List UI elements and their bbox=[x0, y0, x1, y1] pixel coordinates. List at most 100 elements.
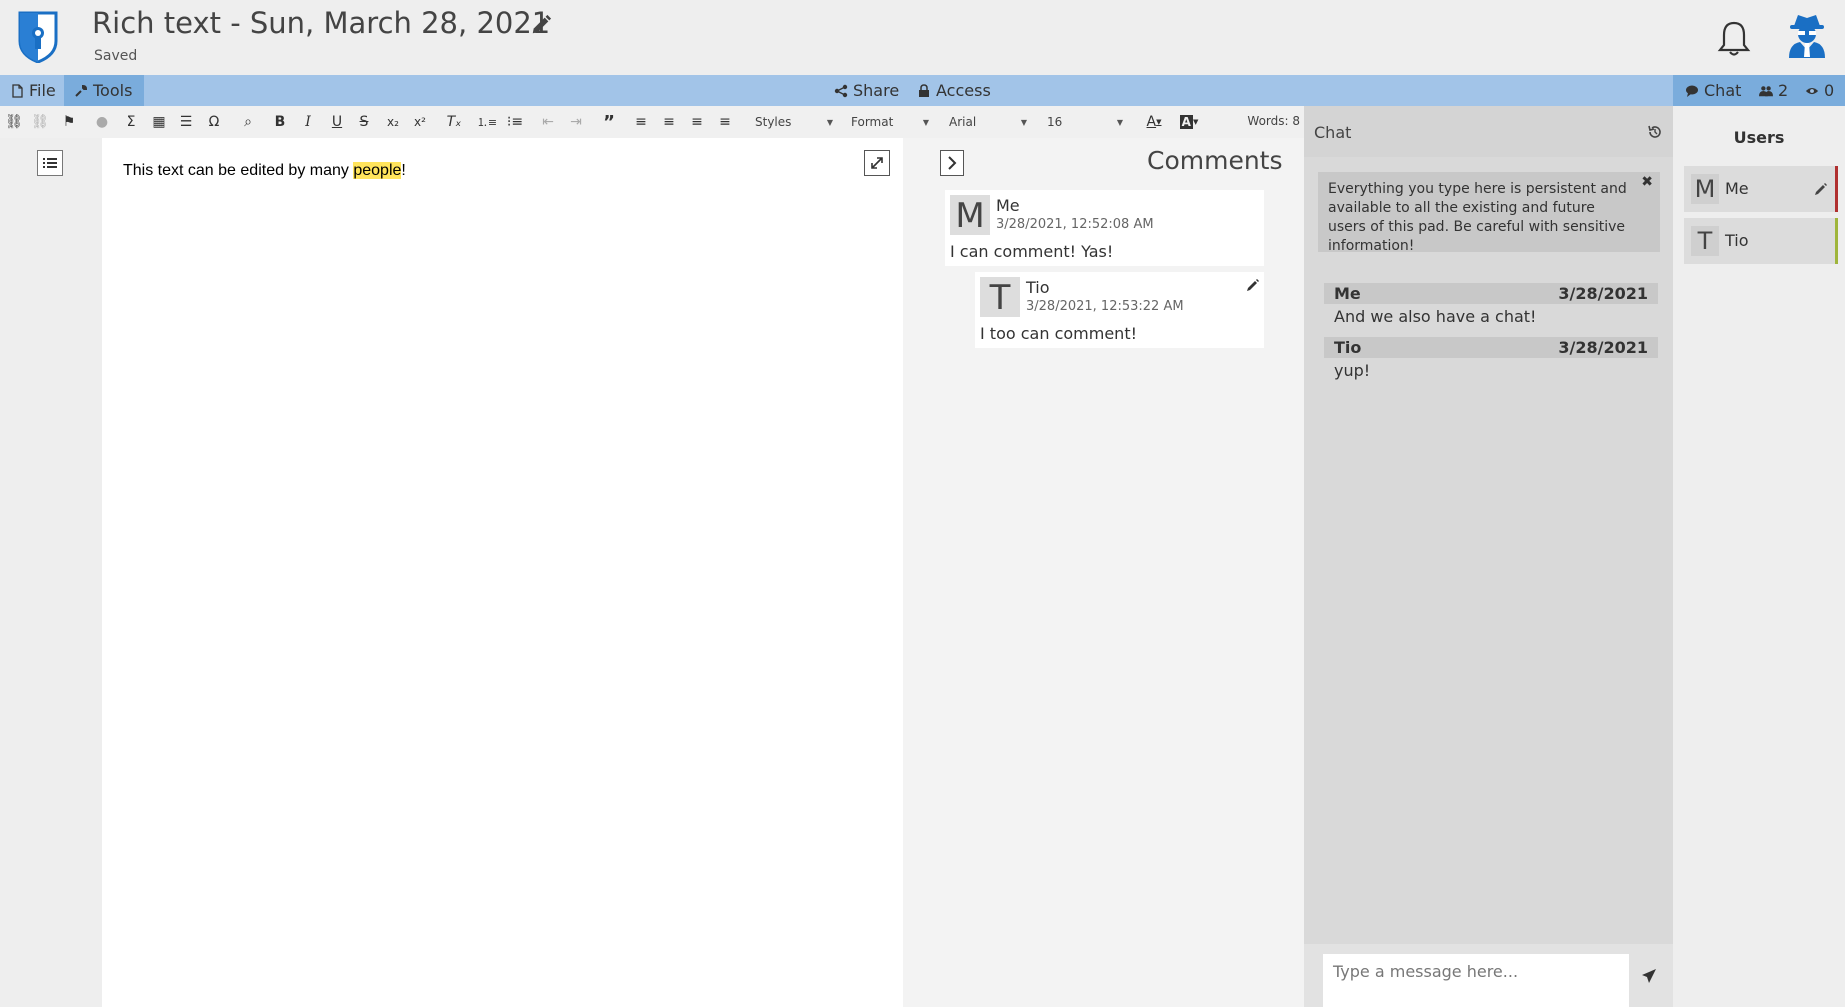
avatar: T bbox=[1691, 226, 1719, 256]
chat-title: Chat bbox=[1314, 123, 1352, 142]
blockquote-icon[interactable]: ” bbox=[600, 112, 618, 133]
close-icon[interactable]: ✖ bbox=[1641, 173, 1653, 192]
file-icon bbox=[12, 83, 23, 98]
viewers-indicator[interactable]: 0 bbox=[1805, 75, 1834, 106]
notification-bell-icon[interactable] bbox=[1717, 20, 1751, 58]
user-entry[interactable]: M Me bbox=[1684, 166, 1838, 212]
comment-card[interactable]: M Me 3/28/2021, 12:52:08 AM I can commen… bbox=[945, 190, 1264, 266]
comment-body: I can comment! Yas! bbox=[950, 242, 1114, 261]
commented-text-highlight[interactable]: people bbox=[353, 162, 402, 179]
anchor-flag-icon[interactable]: ⚑ bbox=[62, 113, 76, 131]
users-panel: Users M Me T Tio bbox=[1673, 106, 1845, 1007]
users-title: Users bbox=[1733, 128, 1785, 147]
edit-title-icon[interactable] bbox=[530, 14, 552, 36]
numbered-list-icon[interactable]: ⒈≡ bbox=[477, 113, 497, 131]
chevron-down-icon: ▼ bbox=[1020, 117, 1027, 127]
fullscreen-button[interactable] bbox=[864, 150, 890, 176]
styles-dropdown-label: Styles bbox=[755, 115, 792, 129]
tools-menu[interactable]: Tools bbox=[64, 75, 144, 106]
editor-paragraph[interactable]: This text can be edited by many people! bbox=[123, 162, 406, 180]
align-center-icon[interactable]: ≡ bbox=[661, 113, 677, 131]
link-icon[interactable]: ⛓ bbox=[5, 113, 23, 131]
chat-message-date: 3/28/2021 bbox=[1558, 284, 1648, 303]
superscript-icon[interactable]: x² bbox=[411, 113, 429, 131]
chat-notice-text: Everything you type here is persistent a… bbox=[1328, 181, 1627, 254]
font-size-dropdown[interactable]: 16 ▼ bbox=[1043, 113, 1127, 131]
align-left-icon[interactable]: ≡ bbox=[633, 113, 649, 131]
avatar: M bbox=[950, 195, 990, 236]
chat-message-date: 3/28/2021 bbox=[1558, 338, 1648, 357]
send-icon[interactable] bbox=[1641, 968, 1657, 984]
collapse-comments-button[interactable] bbox=[940, 150, 964, 176]
editor-toolbar: ⛓ ⛓ ⚑ ● Σ ▦ ☰ Ω ⌕ B I U S x₂ x² Tₓ ⒈≡ ⁝≡… bbox=[0, 106, 1304, 138]
special-char-icon[interactable]: Ω bbox=[206, 113, 222, 131]
users-toggle-button[interactable]: 2 bbox=[1759, 75, 1788, 106]
share-button[interactable]: Share bbox=[834, 75, 899, 106]
cryptpad-logo[interactable] bbox=[17, 11, 59, 63]
chat-panel: Chat Everything you type here is persist… bbox=[1304, 106, 1673, 1007]
chat-message: Me 3/28/2021 And we also have a chat! bbox=[1324, 283, 1658, 329]
underline-icon[interactable]: U bbox=[330, 113, 344, 131]
edit-comment-icon[interactable] bbox=[1246, 278, 1260, 292]
unlink-icon[interactable]: ⛓ bbox=[31, 113, 49, 131]
subscript-icon[interactable]: x₂ bbox=[384, 113, 402, 131]
font-size-dropdown-label: 16 bbox=[1047, 115, 1063, 129]
comment-body: I too can comment! bbox=[980, 324, 1137, 343]
menu-right-group: Chat 2 0 bbox=[1673, 75, 1845, 106]
background-color-icon[interactable]: A ▼ bbox=[1174, 113, 1204, 131]
horizontal-rule-icon[interactable]: ☰ bbox=[178, 113, 194, 131]
access-button[interactable]: Access bbox=[917, 75, 991, 106]
styles-dropdown[interactable]: Styles ▼ bbox=[751, 113, 837, 131]
indent-icon[interactable]: ⇥ bbox=[567, 113, 585, 131]
tools-menu-label: Tools bbox=[93, 81, 133, 100]
chevron-down-icon: ▼ bbox=[1116, 117, 1123, 127]
menu-bar: File Tools Share Access Chat 2 0 bbox=[0, 75, 1845, 106]
access-label: Access bbox=[936, 81, 991, 100]
history-icon[interactable] bbox=[1647, 124, 1663, 140]
chat-message-input[interactable] bbox=[1323, 954, 1629, 1007]
document-title[interactable]: Rich text - Sun, March 28, 2021 bbox=[92, 6, 550, 40]
left-gutter bbox=[0, 138, 102, 1007]
table-icon[interactable]: ▦ bbox=[150, 113, 168, 131]
editor-area[interactable]: This text can be edited by many people! bbox=[102, 138, 903, 1007]
align-justify-icon[interactable]: ≡ bbox=[717, 113, 733, 131]
avatar: T bbox=[980, 277, 1020, 318]
chevron-right-icon bbox=[948, 156, 957, 170]
comment-reply-card[interactable]: T Tio 3/28/2021, 12:53:22 AM I too can c… bbox=[975, 272, 1264, 348]
bulleted-list-icon[interactable]: ⁝≡ bbox=[506, 113, 524, 131]
chat-message-header: Me 3/28/2021 bbox=[1324, 283, 1658, 304]
outdent-icon[interactable]: ⇤ bbox=[539, 113, 557, 131]
align-right-icon[interactable]: ≡ bbox=[689, 113, 705, 131]
user-name: Tio bbox=[1725, 231, 1749, 250]
edit-name-icon[interactable] bbox=[1814, 182, 1828, 196]
chat-toggle-button[interactable]: Chat bbox=[1685, 75, 1741, 106]
font-dropdown[interactable]: Arial ▼ bbox=[945, 113, 1031, 131]
chat-input-area bbox=[1304, 944, 1673, 1007]
chevron-down-icon: ▼ bbox=[922, 117, 929, 127]
italic-icon[interactable]: I bbox=[301, 113, 315, 131]
comments-panel bbox=[903, 138, 1304, 1007]
word-count: Words: 8 bbox=[1247, 114, 1300, 128]
comment-icon[interactable]: ● bbox=[94, 113, 110, 131]
share-icon bbox=[834, 84, 848, 97]
chat-toggle-label: Chat bbox=[1704, 81, 1742, 100]
bold-icon[interactable]: B bbox=[273, 113, 287, 131]
text-color-icon[interactable]: A ▼ bbox=[1140, 113, 1168, 131]
user-incognito-icon[interactable] bbox=[1786, 12, 1828, 58]
preview-icon[interactable]: ⌕ bbox=[240, 113, 256, 131]
comments-title: Comments bbox=[1147, 146, 1283, 175]
chat-notice: Everything you type here is persistent a… bbox=[1318, 172, 1660, 254]
share-label: Share bbox=[853, 81, 900, 100]
user-entry[interactable]: T Tio bbox=[1684, 218, 1838, 264]
remove-format-icon[interactable]: Tₓ bbox=[445, 113, 463, 131]
file-menu[interactable]: File bbox=[10, 75, 56, 106]
format-dropdown[interactable]: Format ▼ bbox=[847, 113, 933, 131]
table-of-contents-button[interactable] bbox=[37, 150, 63, 176]
comment-timestamp: 3/28/2021, 12:53:22 AM bbox=[1026, 299, 1184, 314]
chat-message-author: Tio bbox=[1334, 338, 1362, 357]
formula-icon[interactable]: Σ bbox=[123, 113, 139, 131]
top-bar: Rich text - Sun, March 28, 2021 Saved bbox=[0, 0, 1845, 75]
user-name: Me bbox=[1725, 179, 1749, 198]
users-icon bbox=[1759, 85, 1773, 96]
strikethrough-icon[interactable]: S bbox=[357, 113, 371, 131]
